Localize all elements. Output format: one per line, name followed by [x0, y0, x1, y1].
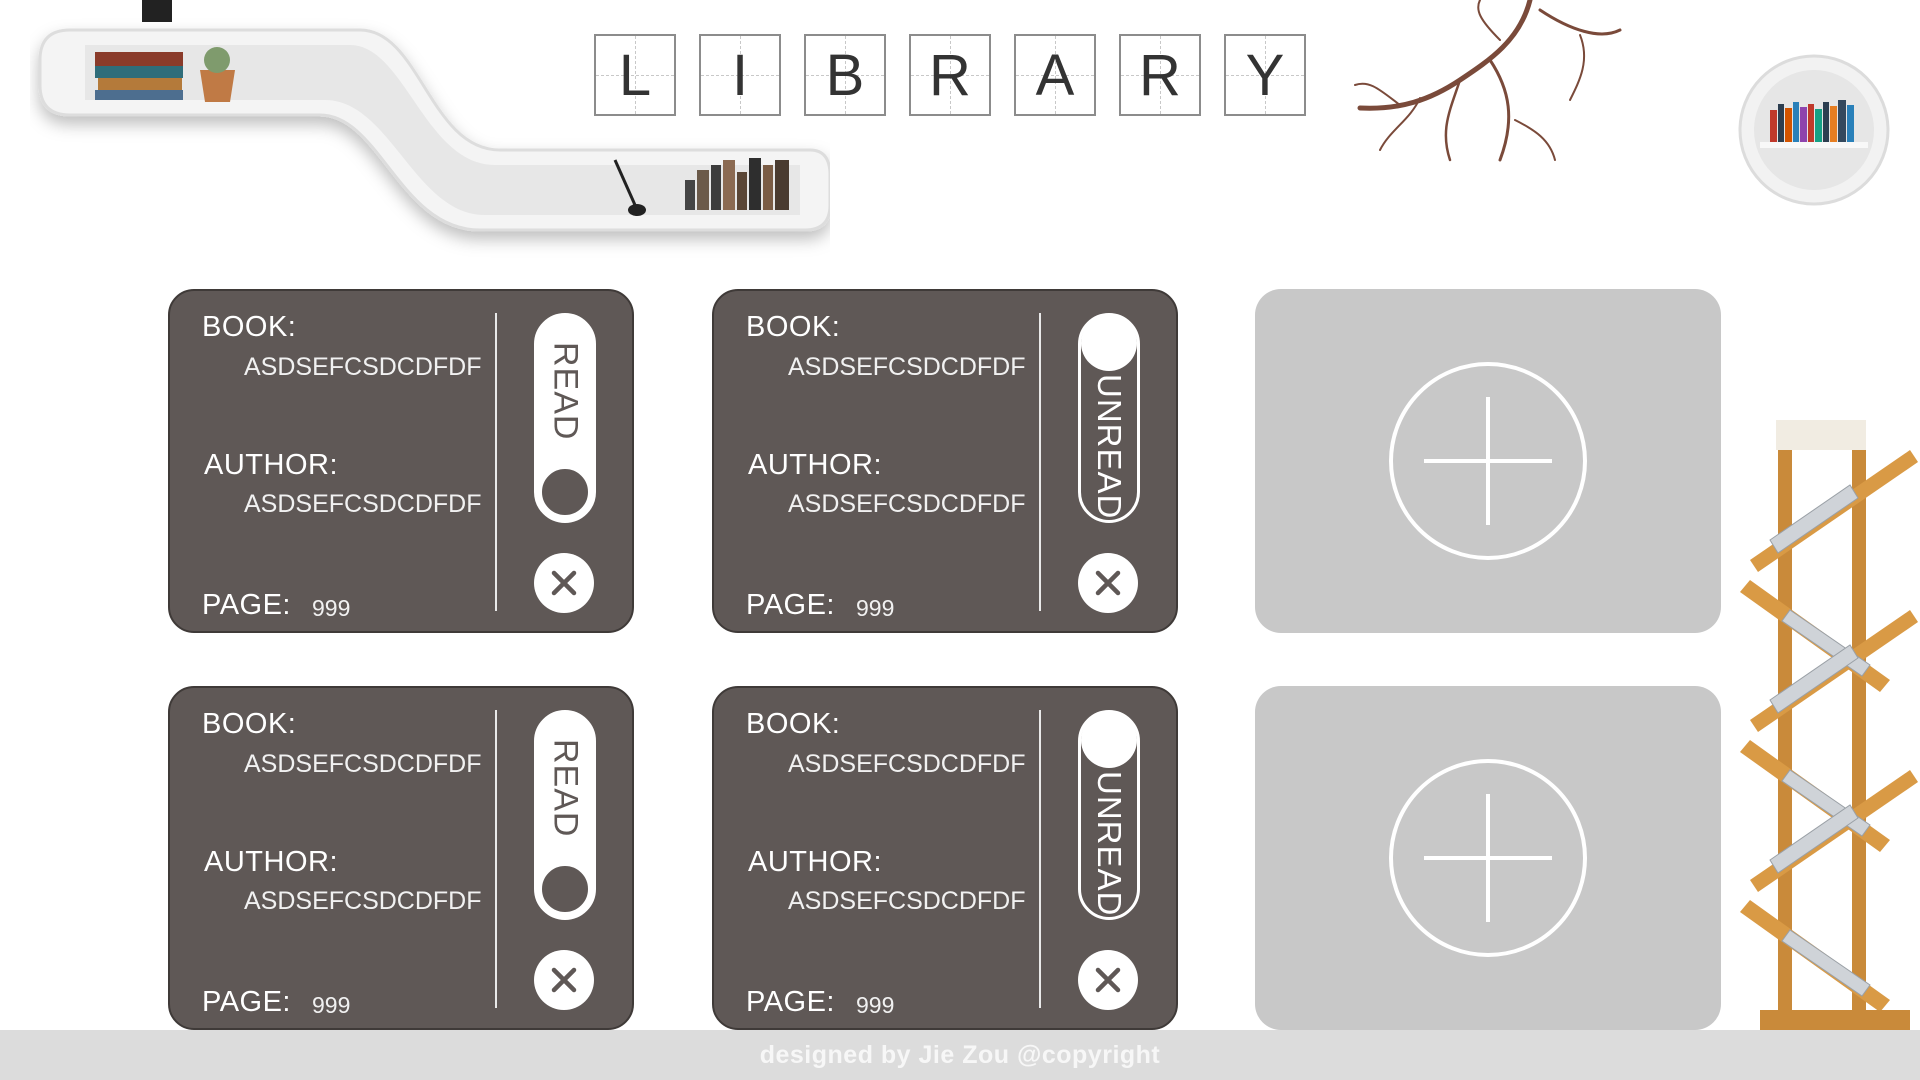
title-letter: B — [825, 42, 865, 108]
status-text: UNREAD — [1091, 374, 1128, 520]
title-tile: L — [594, 34, 676, 116]
author-name: ASDSEFCSDCDFDF — [788, 490, 1026, 518]
status-text: UNREAD — [1091, 771, 1128, 917]
round-shelf-decoration — [1738, 54, 1890, 206]
title-letter: R — [929, 42, 971, 108]
page-count: 999 — [856, 992, 895, 1018]
page-count: 999 — [312, 992, 351, 1018]
delete-book-button[interactable] — [1078, 553, 1138, 613]
page-count: 999 — [312, 595, 351, 621]
close-icon — [551, 570, 577, 596]
title-tile: A — [1014, 34, 1096, 116]
title-letter: L — [618, 42, 652, 108]
page-title: L I B R A R Y — [594, 34, 1306, 116]
book-card: BOOK: ASDSEFCSDCDFDF AUTHOR: ASDSEFCSDCD… — [712, 686, 1178, 1030]
title-tile: B — [804, 34, 886, 116]
plus-circle-icon — [1389, 362, 1587, 560]
delete-book-button[interactable] — [1078, 950, 1138, 1010]
author-label: AUTHOR: — [204, 846, 338, 878]
delete-book-button[interactable] — [534, 553, 594, 613]
footer-credit: designed by Jie Zou @copyright — [759, 1040, 1161, 1069]
read-status-toggle[interactable]: UNREAD — [1078, 710, 1140, 920]
card-divider — [1039, 313, 1041, 611]
page-label: PAGE: — [746, 589, 835, 621]
title-tile: R — [909, 34, 991, 116]
book-title: ASDSEFCSDCDFDF — [788, 353, 1026, 381]
author-label: AUTHOR: — [748, 449, 882, 481]
tower-bookshelf-decoration — [1740, 420, 1918, 1030]
plus-circle-icon — [1389, 759, 1587, 957]
toggle-knob — [1081, 712, 1137, 768]
card-divider — [1039, 710, 1041, 1008]
toggle-knob — [540, 864, 590, 914]
page-count: 999 — [856, 595, 895, 621]
page-label: PAGE: — [746, 986, 835, 1018]
book-card: BOOK: ASDSEFCSDCDFDF AUTHOR: ASDSEFCSDCD… — [168, 686, 634, 1030]
title-tile: R — [1119, 34, 1201, 116]
close-icon — [551, 967, 577, 993]
title-tile: Y — [1224, 34, 1306, 116]
add-book-card[interactable] — [1255, 289, 1721, 633]
book-card: BOOK: ASDSEFCSDCDFDF AUTHOR: ASDSEFCSDCD… — [712, 289, 1178, 633]
read-status-toggle[interactable]: READ — [534, 710, 596, 920]
author-name: ASDSEFCSDCDFDF — [244, 887, 482, 915]
book-label: BOOK: — [202, 708, 297, 740]
read-status-toggle[interactable]: READ — [534, 313, 596, 523]
author-label: AUTHOR: — [204, 449, 338, 481]
author-name: ASDSEFCSDCDFDF — [788, 887, 1026, 915]
card-divider — [495, 313, 497, 611]
author-name: ASDSEFCSDCDFDF — [244, 490, 482, 518]
book-label: BOOK: — [746, 708, 841, 740]
book-label: BOOK: — [746, 311, 841, 343]
author-label: AUTHOR: — [748, 846, 882, 878]
close-icon — [1095, 570, 1121, 596]
close-icon — [1095, 967, 1121, 993]
toggle-knob — [1081, 315, 1137, 371]
status-text: READ — [546, 739, 585, 838]
add-book-card[interactable] — [1255, 686, 1721, 1030]
status-text: READ — [546, 342, 585, 441]
footer: designed by Jie Zou @copyright — [0, 1030, 1920, 1080]
title-tile: I — [699, 34, 781, 116]
book-title: ASDSEFCSDCDFDF — [244, 750, 482, 778]
card-divider — [495, 710, 497, 1008]
book-title: ASDSEFCSDCDFDF — [244, 353, 482, 381]
page-label: PAGE: — [202, 986, 291, 1018]
toggle-knob — [540, 467, 590, 517]
page-label: PAGE: — [202, 589, 291, 621]
book-label: BOOK: — [202, 311, 297, 343]
tree-branch-decoration — [1354, 0, 1622, 162]
book-title: ASDSEFCSDCDFDF — [788, 750, 1026, 778]
read-status-toggle[interactable]: UNREAD — [1078, 313, 1140, 523]
book-card: BOOK: ASDSEFCSDCDFDF AUTHOR: ASDSEFCSDCD… — [168, 289, 634, 633]
title-letter: A — [1035, 42, 1075, 108]
title-letter: R — [1139, 42, 1181, 108]
title-letter: Y — [1245, 42, 1285, 108]
delete-book-button[interactable] — [534, 950, 594, 1010]
title-letter: I — [731, 42, 749, 108]
